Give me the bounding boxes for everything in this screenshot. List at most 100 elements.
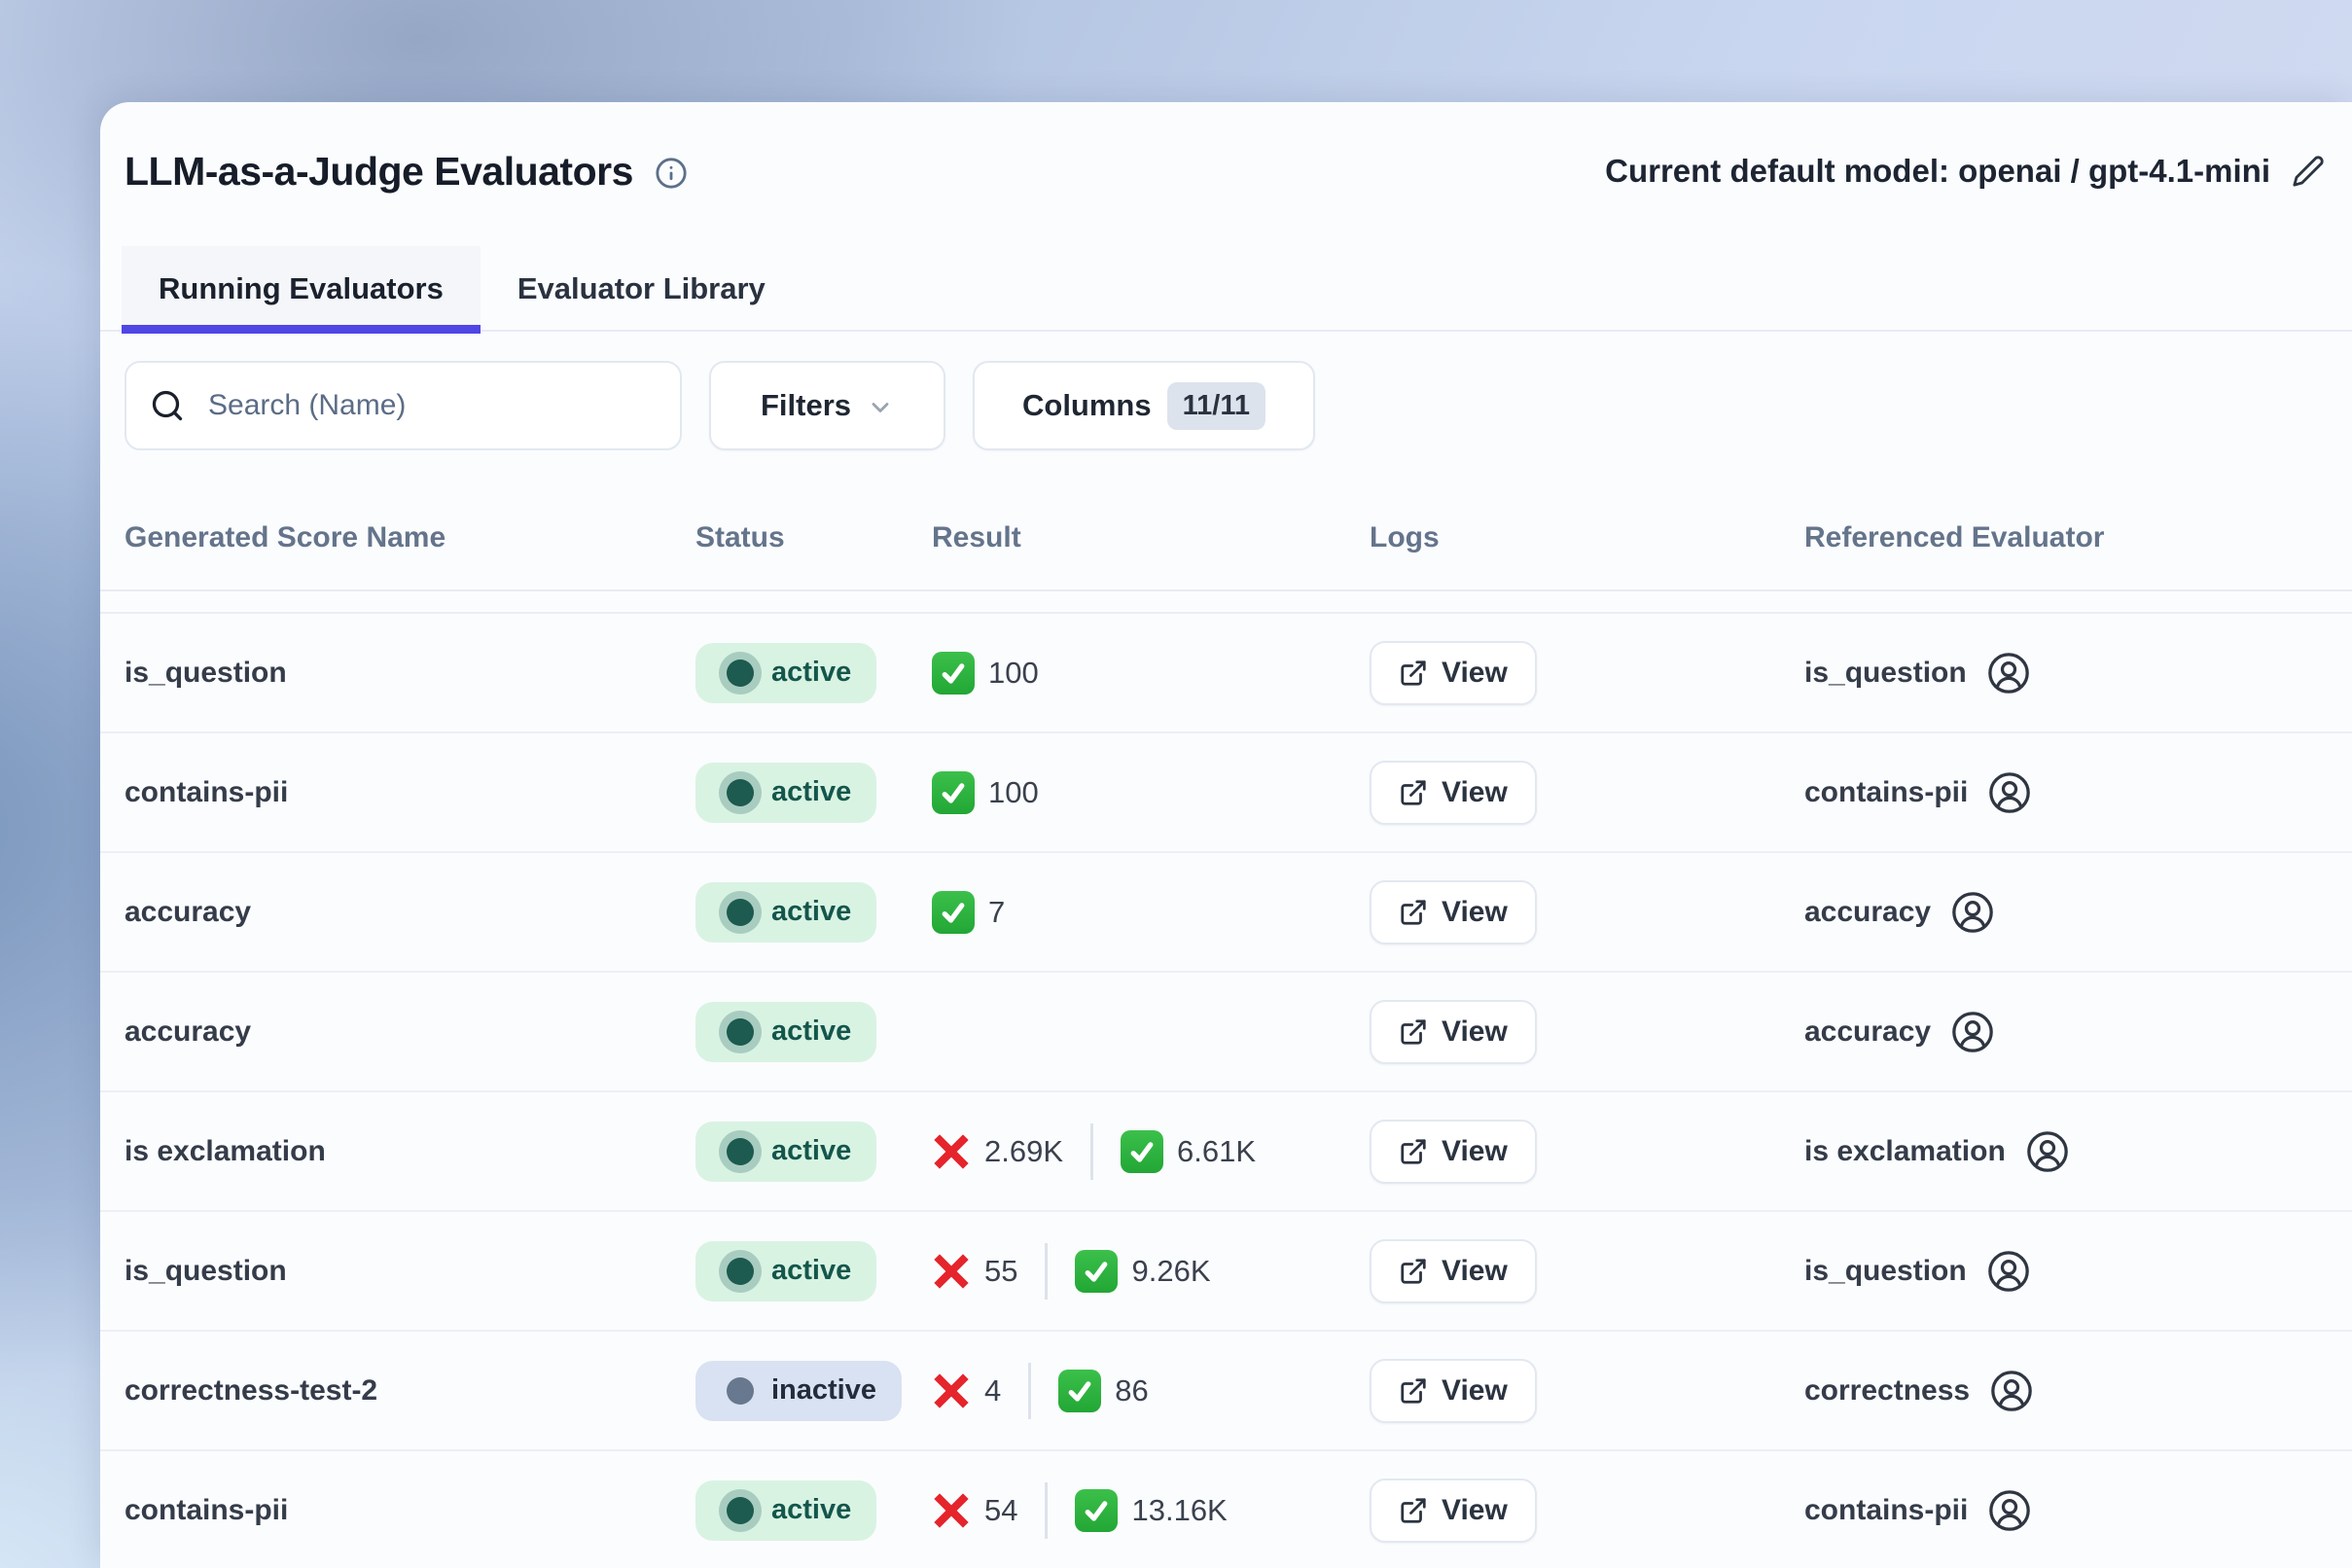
cross-mark-icon — [932, 1252, 971, 1291]
check-mark-icon — [1058, 1370, 1101, 1412]
pass-result: 7 — [932, 891, 1005, 934]
columns-count-badge: 11/11 — [1167, 382, 1265, 430]
pass-result: 6.61K — [1121, 1130, 1256, 1173]
fail-count: 4 — [984, 1373, 1001, 1408]
pass-result: 100 — [932, 652, 1039, 695]
referenced-evaluator-name: accuracy — [1804, 1016, 1931, 1049]
view-logs-label: View — [1442, 776, 1508, 809]
toolbar: Filters Columns 11/11 — [100, 332, 2352, 450]
status-dot-icon — [727, 659, 754, 687]
result-divider — [1045, 1482, 1048, 1539]
status-badge: active — [695, 763, 876, 823]
pass-count: 7 — [988, 895, 1005, 930]
view-logs-button[interactable]: View — [1370, 880, 1537, 944]
search-input[interactable] — [206, 388, 657, 423]
column-header-logs[interactable]: Logs — [1370, 521, 1804, 589]
check-mark-icon — [1075, 1489, 1118, 1532]
table-row[interactable]: is_question active 55 9.26K — [100, 1212, 2352, 1332]
pass-count: 6.61K — [1177, 1134, 1256, 1169]
columns-button[interactable]: Columns 11/11 — [973, 361, 1315, 450]
table-row[interactable]: correctness-test-2 inactive 4 86 — [100, 1332, 2352, 1451]
score-name: accuracy — [125, 896, 251, 929]
page-title: LLM-as-a-Judge Evaluators — [125, 149, 633, 195]
referenced-evaluator-name: is_question — [1804, 657, 1967, 690]
status-label: active — [771, 1255, 851, 1287]
filters-button[interactable]: Filters — [709, 361, 945, 450]
view-logs-label: View — [1442, 1255, 1508, 1288]
view-logs-button[interactable]: View — [1370, 1479, 1537, 1543]
result-divider — [1090, 1123, 1093, 1180]
status-dot-icon — [727, 1018, 754, 1046]
table-row[interactable]: contains-pii active 54 13.16K — [100, 1451, 2352, 1568]
external-link-icon — [1399, 1376, 1428, 1406]
status-badge: active — [695, 882, 876, 943]
status-label: active — [771, 1135, 851, 1167]
check-mark-icon — [932, 891, 975, 934]
fail-result: 55 — [932, 1252, 1017, 1291]
pass-count: 100 — [988, 775, 1039, 810]
fail-result: 54 — [932, 1491, 1017, 1530]
result-divider — [1045, 1243, 1048, 1300]
view-logs-label: View — [1442, 1016, 1508, 1049]
tab-running-evaluators[interactable]: Running Evaluators — [122, 246, 481, 332]
check-mark-icon — [1075, 1250, 1118, 1293]
status-badge: inactive — [695, 1361, 902, 1421]
status-dot-icon — [727, 899, 754, 926]
view-logs-label: View — [1442, 1494, 1508, 1527]
pass-count: 100 — [988, 656, 1039, 691]
scrolled-row-sliver — [100, 591, 2352, 614]
table-row[interactable]: is_question active 100 Vi — [100, 614, 2352, 733]
user-circle-icon — [1986, 651, 2031, 695]
view-logs-label: View — [1442, 1374, 1508, 1408]
score-name: contains-pii — [125, 1494, 288, 1527]
chevron-down-icon — [867, 394, 894, 421]
table-row[interactable]: accuracy active 7 View — [100, 853, 2352, 973]
column-header-status[interactable]: Status — [695, 521, 932, 589]
cross-mark-icon — [932, 1132, 971, 1171]
status-dot-icon — [727, 1377, 754, 1405]
result-divider — [1028, 1363, 1031, 1419]
table-row[interactable]: contains-pii active 100 V — [100, 733, 2352, 853]
info-icon[interactable] — [655, 157, 688, 190]
status-dot-icon — [727, 1497, 754, 1524]
view-logs-label: View — [1442, 657, 1508, 690]
status-dot-icon — [727, 1258, 754, 1285]
tab-running-evaluators-label: Running Evaluators — [159, 271, 444, 306]
view-logs-button[interactable]: View — [1370, 1359, 1537, 1423]
table-row[interactable]: is exclamation active 2.69K 6.61K — [100, 1092, 2352, 1212]
external-link-icon — [1399, 659, 1428, 688]
default-model-label: Current default model: openai / gpt-4.1-… — [1605, 153, 2270, 190]
referenced-evaluator-name: correctness — [1804, 1374, 1970, 1408]
cross-mark-icon — [932, 1491, 971, 1530]
screen: LLM-as-a-Judge Evaluators Current defaul… — [0, 0, 2352, 1568]
status-dot-icon — [727, 779, 754, 806]
fail-result: 2.69K — [932, 1132, 1063, 1171]
search-box[interactable] — [125, 361, 682, 450]
status-label: active — [771, 776, 851, 808]
status-badge: active — [695, 1241, 876, 1301]
view-logs-button[interactable]: View — [1370, 1000, 1537, 1064]
edit-pencil-icon[interactable] — [2292, 155, 2325, 188]
user-circle-icon — [1989, 1369, 2034, 1413]
referenced-evaluator-name: accuracy — [1804, 896, 1931, 929]
panel-header: LLM-as-a-Judge Evaluators Current defaul… — [100, 102, 2352, 231]
status-label: inactive — [771, 1374, 876, 1407]
view-logs-button[interactable]: View — [1370, 1239, 1537, 1303]
fail-count: 2.69K — [984, 1134, 1063, 1169]
column-header-referenced-evaluator[interactable]: Referenced Evaluator — [1804, 521, 2352, 589]
pass-result: 86 — [1058, 1370, 1148, 1412]
referenced-evaluator-name: is exclamation — [1804, 1135, 2006, 1168]
referenced-evaluator-name: contains-pii — [1804, 776, 1968, 809]
table-row[interactable]: accuracy active View — [100, 973, 2352, 1092]
external-link-icon — [1399, 1017, 1428, 1047]
column-header-generated-score-name[interactable]: Generated Score Name — [125, 521, 695, 589]
user-circle-icon — [1950, 890, 1995, 935]
tab-evaluator-library[interactable]: Evaluator Library — [481, 246, 802, 332]
view-logs-button[interactable]: View — [1370, 641, 1537, 705]
fail-count: 55 — [984, 1254, 1017, 1289]
column-header-result[interactable]: Result — [932, 521, 1370, 589]
view-logs-button[interactable]: View — [1370, 761, 1537, 825]
view-logs-button[interactable]: View — [1370, 1120, 1537, 1184]
pass-count: 13.16K — [1131, 1493, 1227, 1528]
view-logs-label: View — [1442, 1135, 1508, 1168]
